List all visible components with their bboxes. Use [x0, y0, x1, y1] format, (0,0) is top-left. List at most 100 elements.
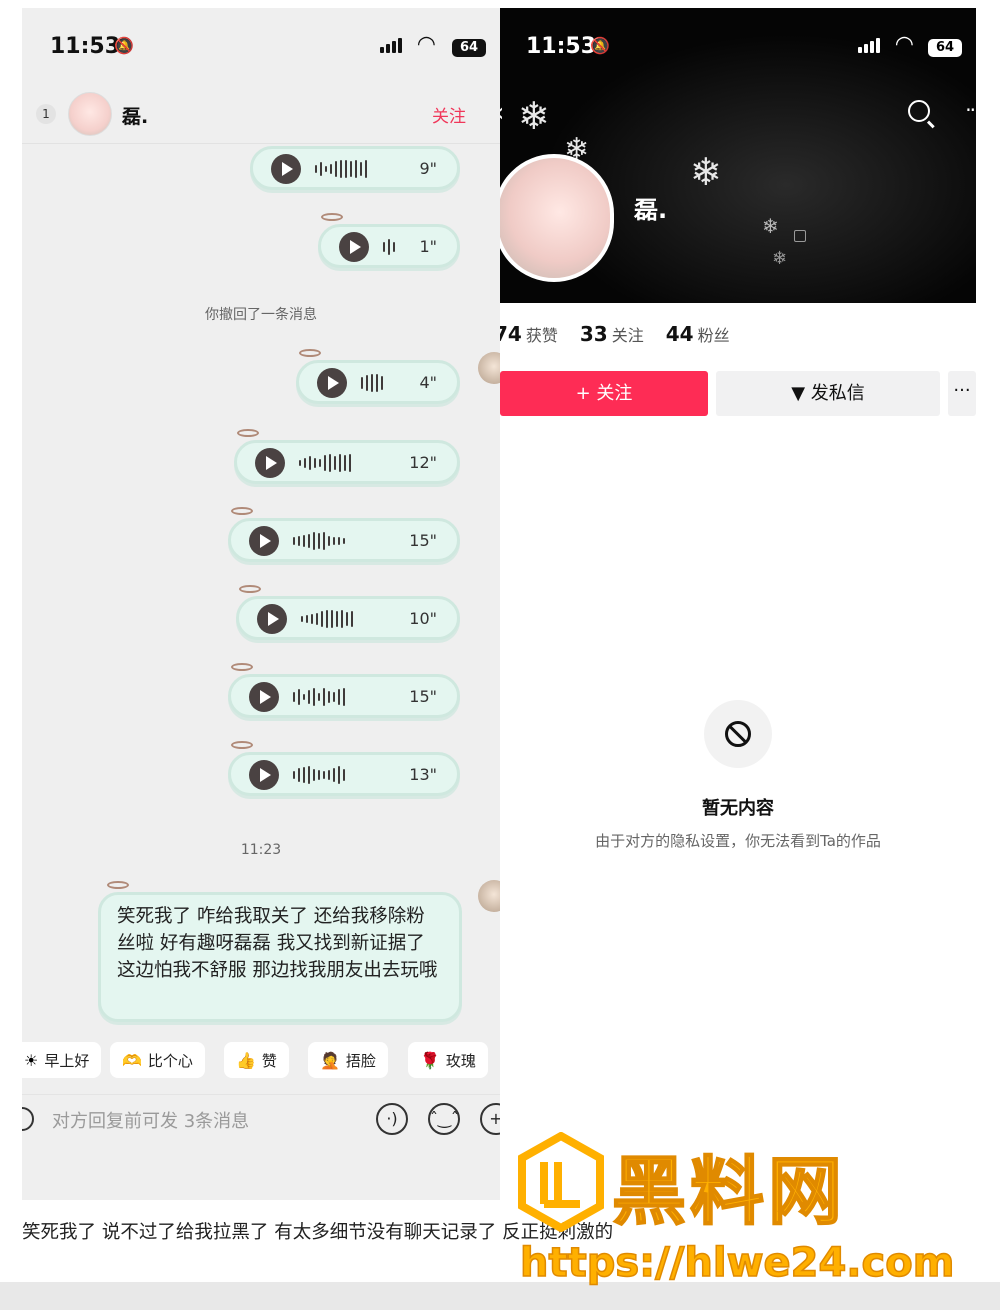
halo-icon [231, 663, 253, 671]
voice-toggle-icon[interactable] [22, 1107, 34, 1131]
play-icon[interactable] [271, 154, 301, 184]
empty-title: 暂无内容 [702, 798, 774, 819]
stat-likes[interactable]: 74 获赞 [500, 322, 558, 346]
quick-reply-chip[interactable]: 🤦 捂脸 [308, 1042, 388, 1078]
profile-cover: ❄ ❄ ❄ ❄ ❄ 11:53 🔕 ◠ 64 ‹ ·· 磊. [500, 8, 976, 303]
quick-reply-chip[interactable]: 🫶 比个心 [110, 1042, 205, 1078]
watermark-url: https://hlwe24.com [519, 1239, 955, 1287]
voice-input-icon[interactable]: ·) [376, 1103, 408, 1135]
voice-message[interactable]: 1" [318, 213, 460, 268]
play-icon[interactable] [317, 368, 347, 398]
waveform-icon [361, 373, 383, 393]
voice-message[interactable]: 10" [236, 585, 460, 640]
stat-number: 74 [500, 322, 522, 346]
waveform-icon [315, 159, 367, 179]
profile-screen: ❄ ❄ ❄ ❄ ❄ 11:53 🔕 ◠ 64 ‹ ·· 磊. 74 获赞 33 … [500, 8, 976, 1200]
waveform-icon [293, 687, 345, 707]
recall-notice: 你撤回了一条消息 [205, 307, 317, 323]
stat-number: 44 [665, 322, 694, 346]
play-icon[interactable] [339, 232, 369, 262]
watermark-text: 黑料网 [611, 1148, 846, 1236]
stat-label: 粉丝 [697, 326, 730, 345]
halo-icon [299, 349, 321, 357]
more-icon[interactable]: ·· [965, 98, 976, 122]
message-input-bar: 对方回复前可发 3条消息 ·) ˆ‿ˆ + [22, 1094, 500, 1144]
waveform-icon [383, 237, 395, 257]
play-icon[interactable] [249, 760, 279, 790]
wifi-icon: ◠ [894, 32, 914, 57]
heart-hands-icon: 🫶 [122, 1050, 142, 1070]
stat-following[interactable]: 33 关注 [580, 322, 644, 346]
stat-number: 33 [579, 322, 608, 346]
profile-avatar[interactable] [500, 154, 614, 282]
send-message-label: 发私信 [810, 383, 865, 404]
copy-icon[interactable] [794, 230, 806, 242]
follow-link[interactable]: 关注 [432, 102, 466, 127]
quick-reply-chip[interactable]: ☀ 早上好 [22, 1042, 102, 1078]
search-icon[interactable] [908, 100, 930, 122]
back-icon[interactable]: ‹ [500, 98, 504, 128]
quick-reply-chip[interactable]: 🌹 玫瑰 [408, 1042, 488, 1078]
voice-message[interactable]: 4" [296, 349, 460, 404]
mute-bell-icon: 🔕 [590, 36, 610, 55]
waveform-icon [299, 453, 351, 473]
emoji-icon[interactable]: ˆ‿ˆ [428, 1103, 460, 1135]
voice-message[interactable]: 15" [228, 663, 460, 718]
play-icon[interactable] [257, 604, 287, 634]
chat-screen: 11:53 🔕 ◠ 64 1 磊. 关注 9" 1" 你撤回了一条消息 4" 1… [22, 8, 500, 1200]
snowflake-icon: ❄ [772, 248, 788, 269]
text-message-body: 笑死我了 咋给我取关了 还给我移除粉丝啦 好有趣呀磊磊 我又找到新证据了 这边怕… [117, 906, 438, 981]
halo-icon [237, 429, 259, 437]
more-options-button[interactable]: ··· [948, 371, 976, 416]
halo-icon [321, 213, 343, 221]
voice-message[interactable]: 13" [228, 741, 460, 796]
snowflake-icon: ❄ [762, 214, 779, 238]
status-time: 11:53 [50, 34, 121, 59]
voice-message[interactable]: 15" [228, 507, 460, 562]
waveform-icon [301, 609, 353, 629]
facepalm-icon: 🤦 [320, 1050, 340, 1070]
contact-name[interactable]: 磊. [122, 102, 148, 129]
quick-reply-label: 玫瑰 [445, 1051, 476, 1070]
follow-button[interactable]: + 关注 [500, 371, 708, 416]
halo-icon [107, 881, 129, 889]
quick-reply-chip[interactable]: 👍 赞 [224, 1042, 289, 1078]
bottom-divider [0, 1282, 1000, 1310]
message-list[interactable]: 9" 1" 你撤回了一条消息 4" 12" 15" 10" 15" 13" 11… [22, 144, 500, 1034]
send-message-button[interactable]: ▼ 发私信 [716, 371, 940, 416]
sun-icon: ☀ [24, 1050, 39, 1070]
voice-duration: 13" [409, 765, 437, 784]
voice-duration: 12" [409, 453, 437, 472]
quick-reply-label: 早上好 [44, 1051, 90, 1070]
play-icon[interactable] [255, 448, 285, 478]
halo-icon [231, 507, 253, 515]
add-icon[interactable]: + [480, 1103, 500, 1135]
battery-icon: 64 [452, 39, 486, 57]
my-avatar[interactable] [478, 352, 500, 384]
play-icon[interactable] [249, 682, 279, 712]
status-bar: 11:53 🔕 ◠ 64 [22, 8, 500, 88]
send-icon: ▼ [791, 383, 811, 404]
message-input[interactable]: 对方回复前可发 3条消息 [52, 1107, 249, 1133]
thumbs-up-icon: 👍 [236, 1050, 256, 1070]
status-time: 11:53 [526, 34, 597, 59]
voice-message[interactable]: 9" [250, 146, 460, 190]
voice-duration: 1" [419, 237, 437, 256]
voice-duration: 10" [409, 609, 437, 628]
waveform-icon [293, 531, 345, 551]
unread-badge[interactable]: 1 [36, 104, 56, 124]
contact-avatar[interactable] [68, 92, 112, 136]
mute-bell-icon: 🔕 [114, 36, 134, 55]
signal-icon [858, 38, 880, 53]
text-message[interactable]: 笑死我了 咋给我取关了 还给我移除粉丝啦 好有趣呀磊磊 我又找到新证据了 这边怕… [98, 881, 462, 1022]
voice-duration: 15" [409, 531, 437, 550]
stat-followers[interactable]: 44 粉丝 [666, 322, 730, 346]
rose-icon: 🌹 [420, 1050, 440, 1070]
voice-message[interactable]: 12" [234, 429, 460, 484]
play-icon[interactable] [249, 526, 279, 556]
halo-icon [239, 585, 261, 593]
stat-label: 获赞 [525, 326, 558, 345]
profile-name: 磊. [634, 196, 668, 224]
quick-reply-label: 赞 [261, 1051, 277, 1070]
my-avatar[interactable] [478, 880, 500, 912]
